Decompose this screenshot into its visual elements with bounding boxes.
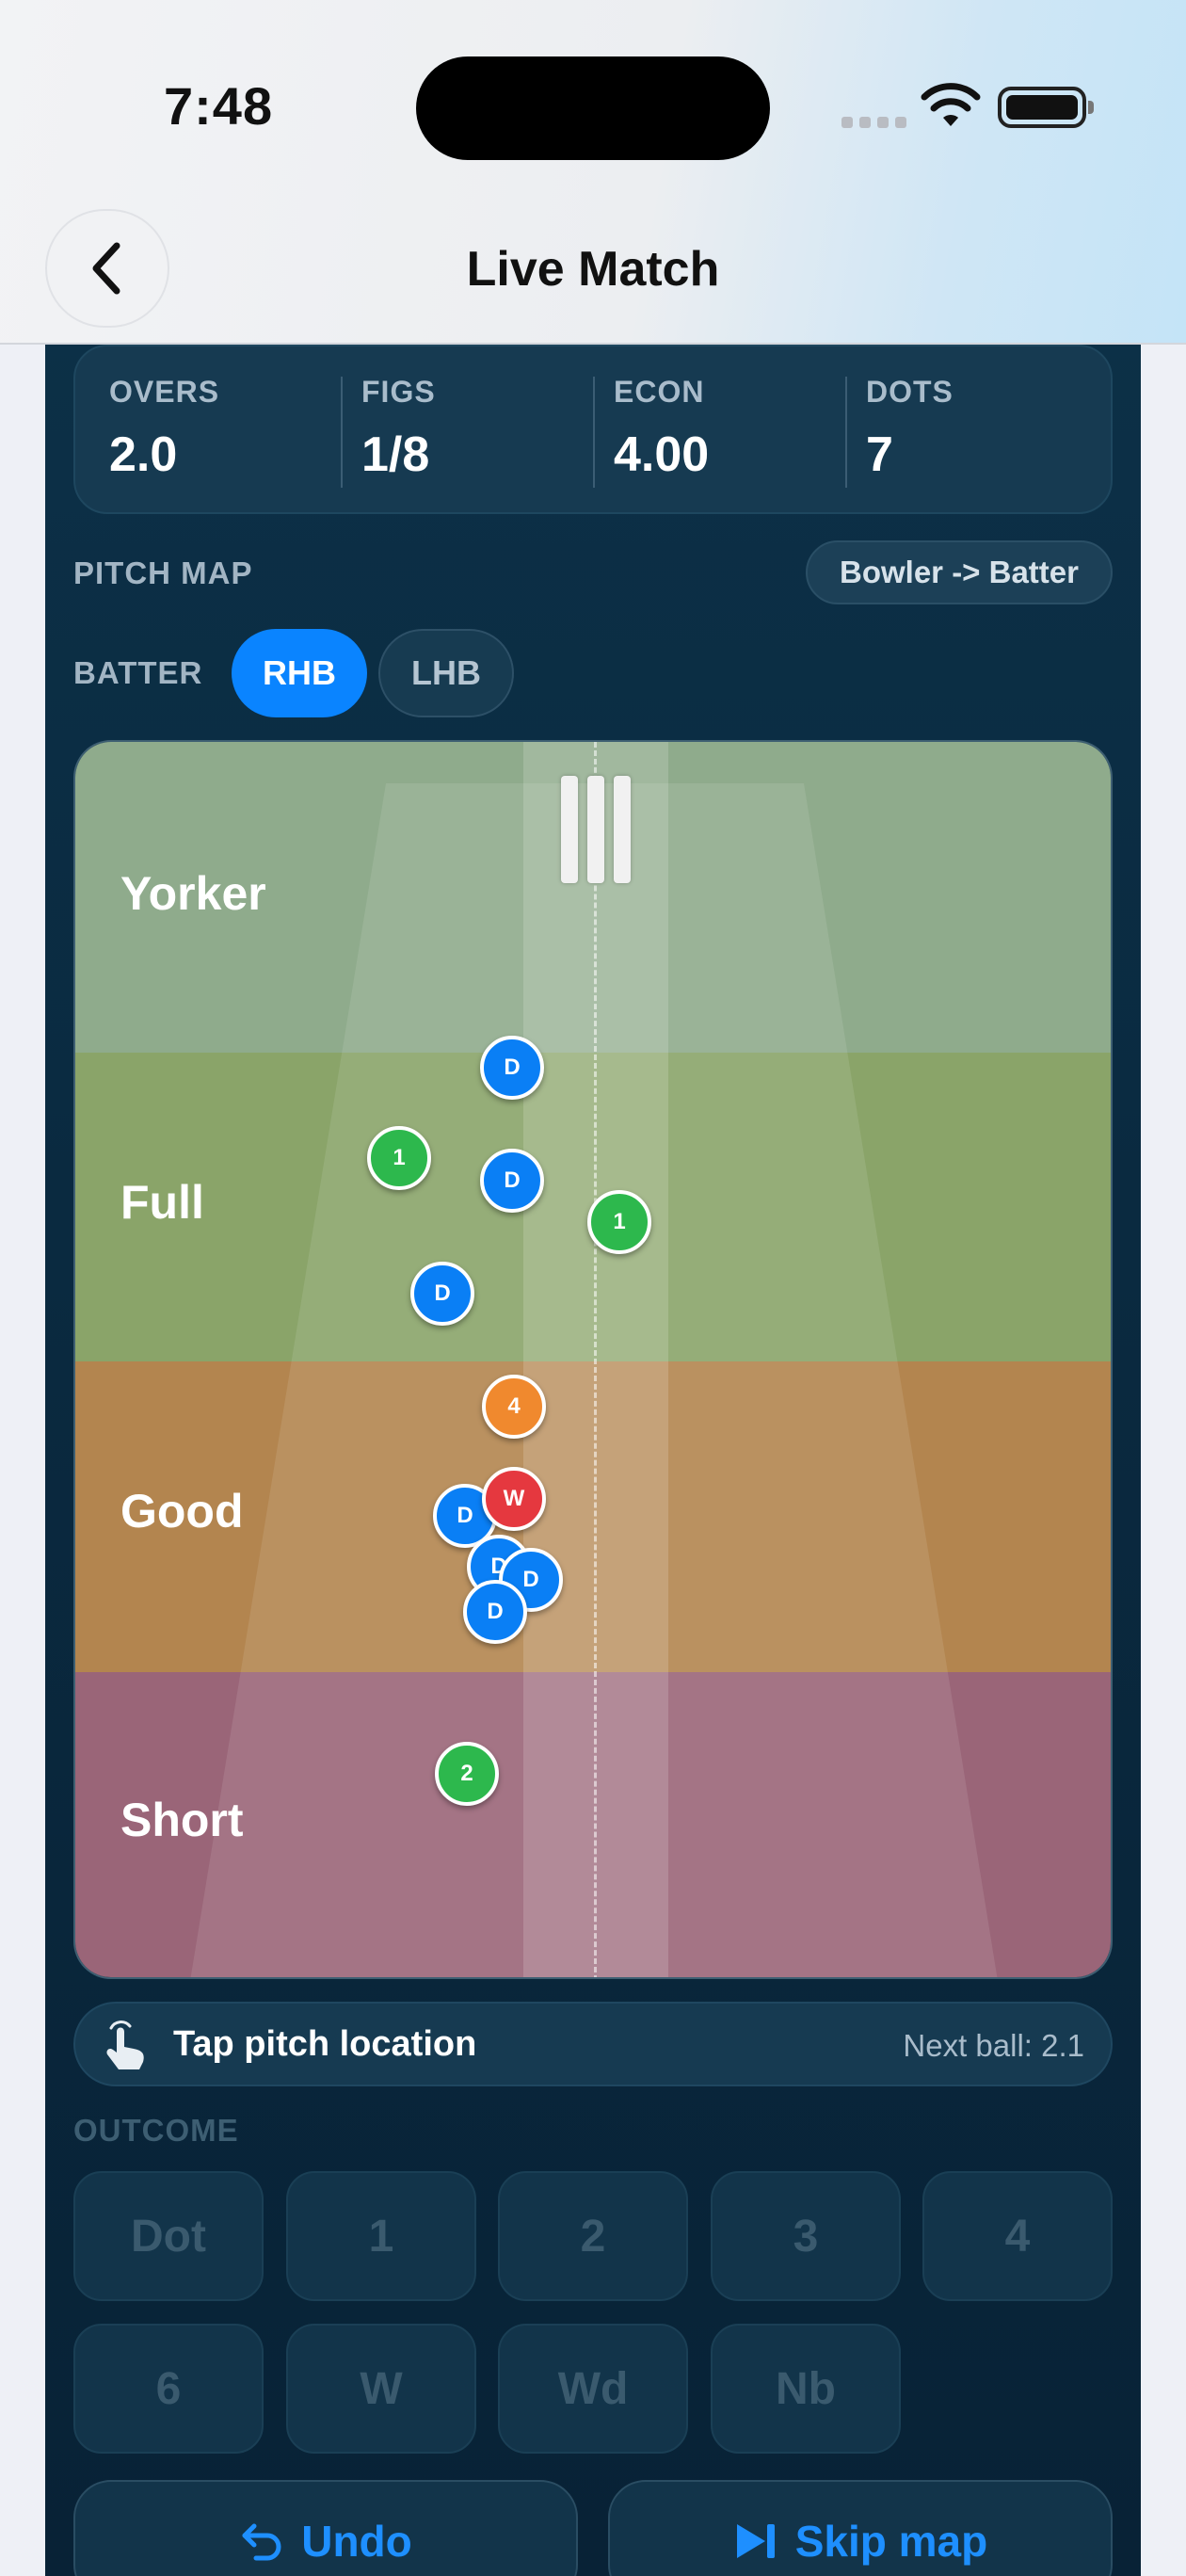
stat-economy: ECON 4.00 <box>614 375 710 482</box>
zone-label: Full <box>120 1176 204 1229</box>
wifi-icon <box>921 83 981 126</box>
outcome-wide-button[interactable]: Wd <box>498 2324 688 2454</box>
stat-figures: FIGS 1/8 <box>361 375 436 482</box>
ball-marker[interactable]: 1 <box>367 1126 431 1190</box>
ball-marker[interactable]: D <box>463 1580 527 1644</box>
outcome-label: OUTCOME <box>73 2113 239 2148</box>
undo-icon <box>242 2523 281 2561</box>
pitch-map-label: PITCH MAP <box>73 555 253 590</box>
ball-marker[interactable]: D <box>410 1262 474 1326</box>
stat-overs: OVERS 2.0 <box>109 375 220 482</box>
pitch-map[interactable]: Yorker Full Good Short D 1 D 1 D 4 D W D… <box>73 740 1113 1979</box>
outcome-3-button[interactable]: 3 <box>711 2171 901 2301</box>
batter-rhb-button[interactable]: RHB <box>232 629 367 717</box>
outcome-6-button[interactable]: 6 <box>73 2324 264 2454</box>
ball-marker[interactable]: D <box>480 1036 544 1100</box>
outcome-2-button[interactable]: 2 <box>498 2171 688 2301</box>
stumps-icon <box>561 776 631 883</box>
tap-location-hint: Tap pitch location Next ball: 2.1 <box>73 2002 1113 2086</box>
ball-marker[interactable]: 1 <box>587 1190 651 1254</box>
stat-divider <box>845 377 847 488</box>
bowler-stats-card: OVERS 2.0 FIGS 1/8 ECON 4.00 DOTS 7 <box>73 345 1113 514</box>
zone-label: Good <box>120 1485 244 1538</box>
outcome-noball-button[interactable]: Nb <box>711 2324 901 2454</box>
zone-label: Yorker <box>120 867 266 920</box>
zone-label: Short <box>120 1794 244 1846</box>
undo-label: Undo <box>301 2517 412 2566</box>
stat-divider <box>341 377 343 488</box>
pitch-center-line <box>594 742 597 1977</box>
hand-tap-icon <box>106 2021 144 2069</box>
direction-toggle-button[interactable]: Bowler -> Batter <box>806 540 1113 604</box>
status-time: 7:48 <box>164 76 274 136</box>
page-title: Live Match <box>466 242 720 297</box>
outcome-wicket-button[interactable]: W <box>286 2324 476 2454</box>
skip-forward-icon <box>736 2524 775 2558</box>
ball-marker[interactable]: 2 <box>435 1742 499 1806</box>
ball-marker[interactable]: 4 <box>482 1375 546 1439</box>
batter-lhb-button[interactable]: LHB <box>378 629 514 717</box>
cellular-signal-icon <box>841 117 906 128</box>
outcome-1-button[interactable]: 1 <box>286 2171 476 2301</box>
tap-hint-text: Tap pitch location <box>173 2024 477 2064</box>
outcome-dot-button[interactable]: Dot <box>73 2171 264 2301</box>
next-ball-label: Next ball: 2.1 <box>903 2028 1084 2063</box>
stat-divider <box>593 377 595 488</box>
battery-icon <box>998 87 1094 128</box>
skip-map-label: Skip map <box>794 2517 988 2566</box>
ball-marker[interactable]: D <box>480 1149 544 1213</box>
stat-dots: DOTS 7 <box>866 375 954 482</box>
dynamic-island <box>416 56 770 160</box>
outcome-4-button[interactable]: 4 <box>922 2171 1113 2301</box>
batter-label: BATTER <box>73 655 203 690</box>
navigation-bar: 7:48 Live Match <box>0 0 1186 345</box>
undo-button[interactable]: Undo <box>73 2480 578 2576</box>
skip-map-button[interactable]: Skip map <box>608 2480 1113 2576</box>
ball-marker[interactable]: W <box>482 1467 546 1531</box>
